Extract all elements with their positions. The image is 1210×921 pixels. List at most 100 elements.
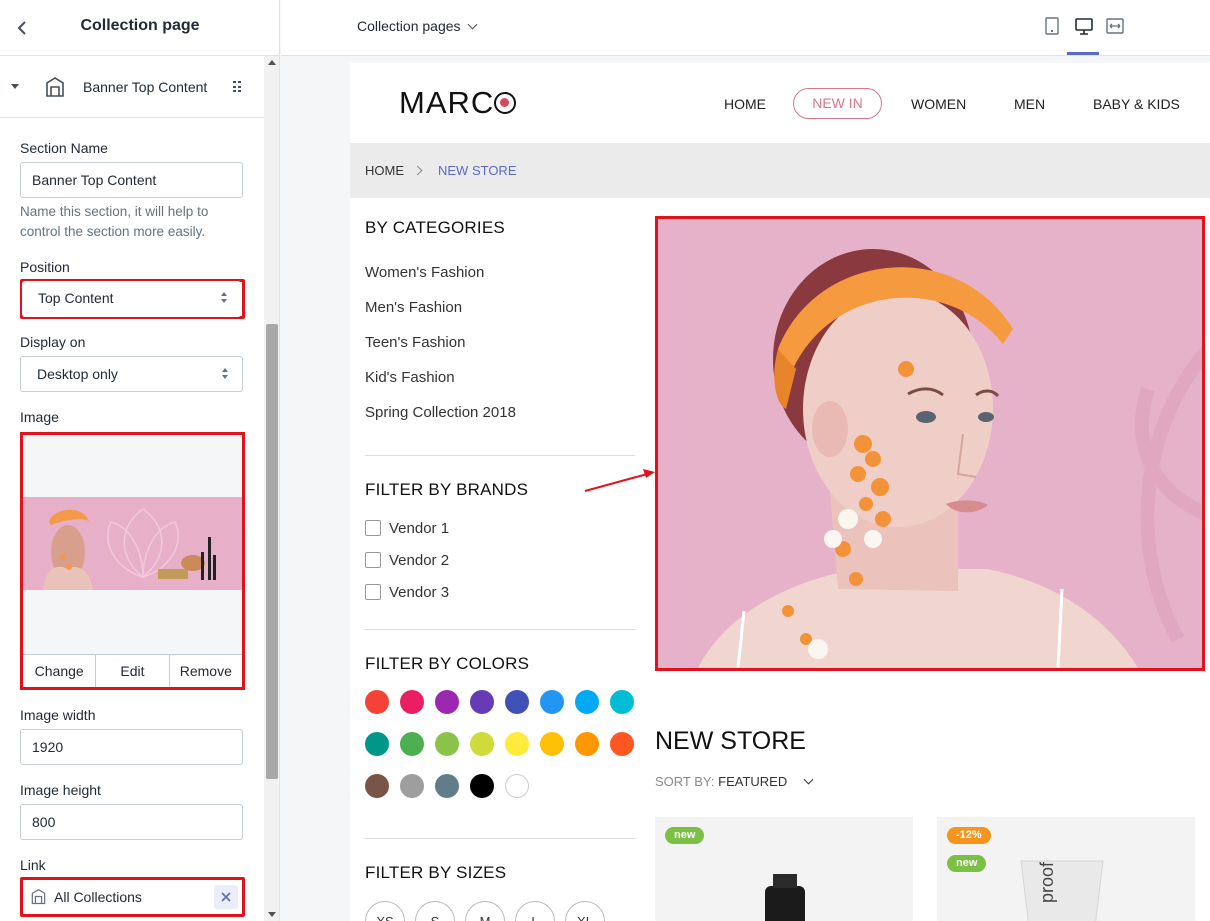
- breadcrumb-home[interactable]: HOME: [365, 163, 404, 178]
- nav-men[interactable]: MEN: [1014, 96, 1045, 112]
- brand-label: Vendor 3: [389, 583, 450, 601]
- brand-checkbox[interactable]: Vendor 2: [365, 551, 450, 569]
- edit-image-button[interactable]: Edit: [96, 655, 170, 687]
- size-option[interactable]: XL: [565, 901, 605, 921]
- color-swatch[interactable]: [435, 774, 459, 798]
- badge-discount: -12%: [947, 827, 991, 844]
- color-swatch[interactable]: [575, 690, 599, 714]
- color-swatch[interactable]: [505, 774, 529, 798]
- image-height-input[interactable]: 800: [20, 804, 243, 840]
- brand-checkbox[interactable]: Vendor 1: [365, 519, 450, 537]
- section-title: Banner Top Content: [83, 79, 208, 95]
- color-swatch[interactable]: [435, 732, 459, 756]
- select-arrows-icon: [221, 292, 229, 304]
- color-swatch[interactable]: [365, 732, 389, 756]
- category-link[interactable]: Teen's Fashion: [365, 334, 465, 351]
- desktop-view-button[interactable]: [1074, 16, 1094, 38]
- settings-scroll-area: Banner Top Content Section Name Banner T…: [0, 56, 264, 921]
- template-select[interactable]: Collection pages: [357, 18, 477, 34]
- close-icon: [221, 892, 231, 902]
- logo-o-mark: [494, 92, 517, 114]
- section-name-input[interactable]: Banner Top Content: [20, 162, 243, 198]
- color-swatch[interactable]: [400, 774, 424, 798]
- checkbox[interactable]: [365, 520, 381, 536]
- store-preview: MARC HOME NEW IN WOMEN MEN BABY & KIDS H…: [350, 63, 1210, 921]
- product-bottle-image: [765, 874, 805, 921]
- banner-image[interactable]: [655, 216, 1205, 671]
- category-link[interactable]: Men's Fashion: [365, 299, 462, 316]
- collection-icon: [31, 888, 46, 905]
- size-option[interactable]: M: [465, 901, 505, 921]
- brand-label: Vendor 2: [389, 551, 450, 569]
- model-portrait-image: [658, 219, 1202, 668]
- active-device-indicator: [1067, 52, 1099, 55]
- nav-women[interactable]: WOMEN: [911, 96, 966, 112]
- color-swatch[interactable]: [470, 690, 494, 714]
- color-swatch[interactable]: [470, 774, 494, 798]
- color-swatch[interactable]: [505, 732, 529, 756]
- nav-new-in[interactable]: NEW IN: [793, 88, 882, 119]
- color-swatch[interactable]: [505, 690, 529, 714]
- color-swatch[interactable]: [365, 774, 389, 798]
- link-label: Link: [20, 857, 46, 873]
- color-swatch[interactable]: [540, 732, 564, 756]
- brand-checkbox[interactable]: Vendor 3: [365, 583, 450, 601]
- link-picker[interactable]: All Collections: [23, 880, 242, 914]
- section-header-row[interactable]: Banner Top Content: [0, 56, 264, 118]
- mobile-icon: [1045, 17, 1059, 35]
- sidebar-scrollbar[interactable]: [264, 56, 279, 921]
- scroll-up-icon[interactable]: [268, 60, 276, 65]
- sidebar-title: Collection page: [80, 17, 200, 34]
- banner-thumbnail[interactable]: [23, 497, 242, 590]
- color-swatch[interactable]: [400, 732, 424, 756]
- color-swatch[interactable]: [470, 732, 494, 756]
- collapse-caret-icon[interactable]: [11, 84, 19, 89]
- image-width-input[interactable]: 1920: [20, 729, 243, 765]
- category-link[interactable]: Kid's Fashion: [365, 369, 455, 386]
- color-swatch[interactable]: [365, 690, 389, 714]
- full-width-icon: [1106, 18, 1124, 34]
- display-on-select[interactable]: Desktop only: [20, 356, 243, 392]
- scroll-down-icon[interactable]: [268, 912, 276, 917]
- chevron-down-icon[interactable]: [803, 774, 814, 785]
- annotation-arrow-icon: [584, 469, 655, 492]
- position-select[interactable]: Top Content: [22, 281, 241, 317]
- color-swatch[interactable]: [540, 690, 564, 714]
- display-on-label: Display on: [20, 334, 86, 350]
- category-link[interactable]: Spring Collection 2018: [365, 404, 516, 421]
- sidebar-header: Collection page: [0, 0, 279, 56]
- size-option[interactable]: XS: [365, 901, 405, 921]
- mobile-view-button[interactable]: [1044, 16, 1064, 38]
- color-swatch[interactable]: [610, 732, 634, 756]
- color-swatch[interactable]: [400, 690, 424, 714]
- nav-home[interactable]: HOME: [724, 96, 766, 112]
- color-swatch[interactable]: [435, 690, 459, 714]
- section-name-help: Name this section, it will help to contr…: [20, 204, 209, 239]
- product-card[interactable]: new: [655, 817, 913, 921]
- full-width-view-button[interactable]: [1105, 16, 1125, 38]
- brands-heading: FILTER BY BRANDS: [365, 480, 529, 499]
- checkbox[interactable]: [365, 552, 381, 568]
- position-label: Position: [20, 259, 70, 275]
- product-card[interactable]: -12% new proof: [937, 817, 1195, 921]
- store-logo[interactable]: MARC: [399, 85, 517, 121]
- checkbox[interactable]: [365, 584, 381, 600]
- color-swatch[interactable]: [575, 732, 599, 756]
- desktop-icon: [1075, 18, 1093, 35]
- clear-link-button[interactable]: [214, 885, 238, 909]
- category-link[interactable]: Women's Fashion: [365, 264, 484, 281]
- brand-label: Vendor 1: [389, 519, 450, 537]
- scrollbar-thumb[interactable]: [266, 324, 278, 779]
- remove-image-button[interactable]: Remove: [170, 655, 242, 687]
- color-swatch[interactable]: [610, 690, 634, 714]
- image-width-label: Image width: [20, 707, 96, 723]
- change-image-button[interactable]: Change: [23, 655, 97, 687]
- collection-title: NEW STORE: [655, 727, 806, 755]
- nav-baby-kids[interactable]: BABY & KIDS: [1093, 96, 1180, 112]
- sort-control[interactable]: SORT BY: FEATURED: [655, 774, 787, 789]
- colors-heading: FILTER BY COLORS: [365, 654, 530, 673]
- drag-handle-icon[interactable]: [233, 81, 241, 93]
- size-option[interactable]: L: [515, 901, 555, 921]
- size-option[interactable]: S: [415, 901, 455, 921]
- preview-toolbar: Collection pages: [281, 0, 1210, 56]
